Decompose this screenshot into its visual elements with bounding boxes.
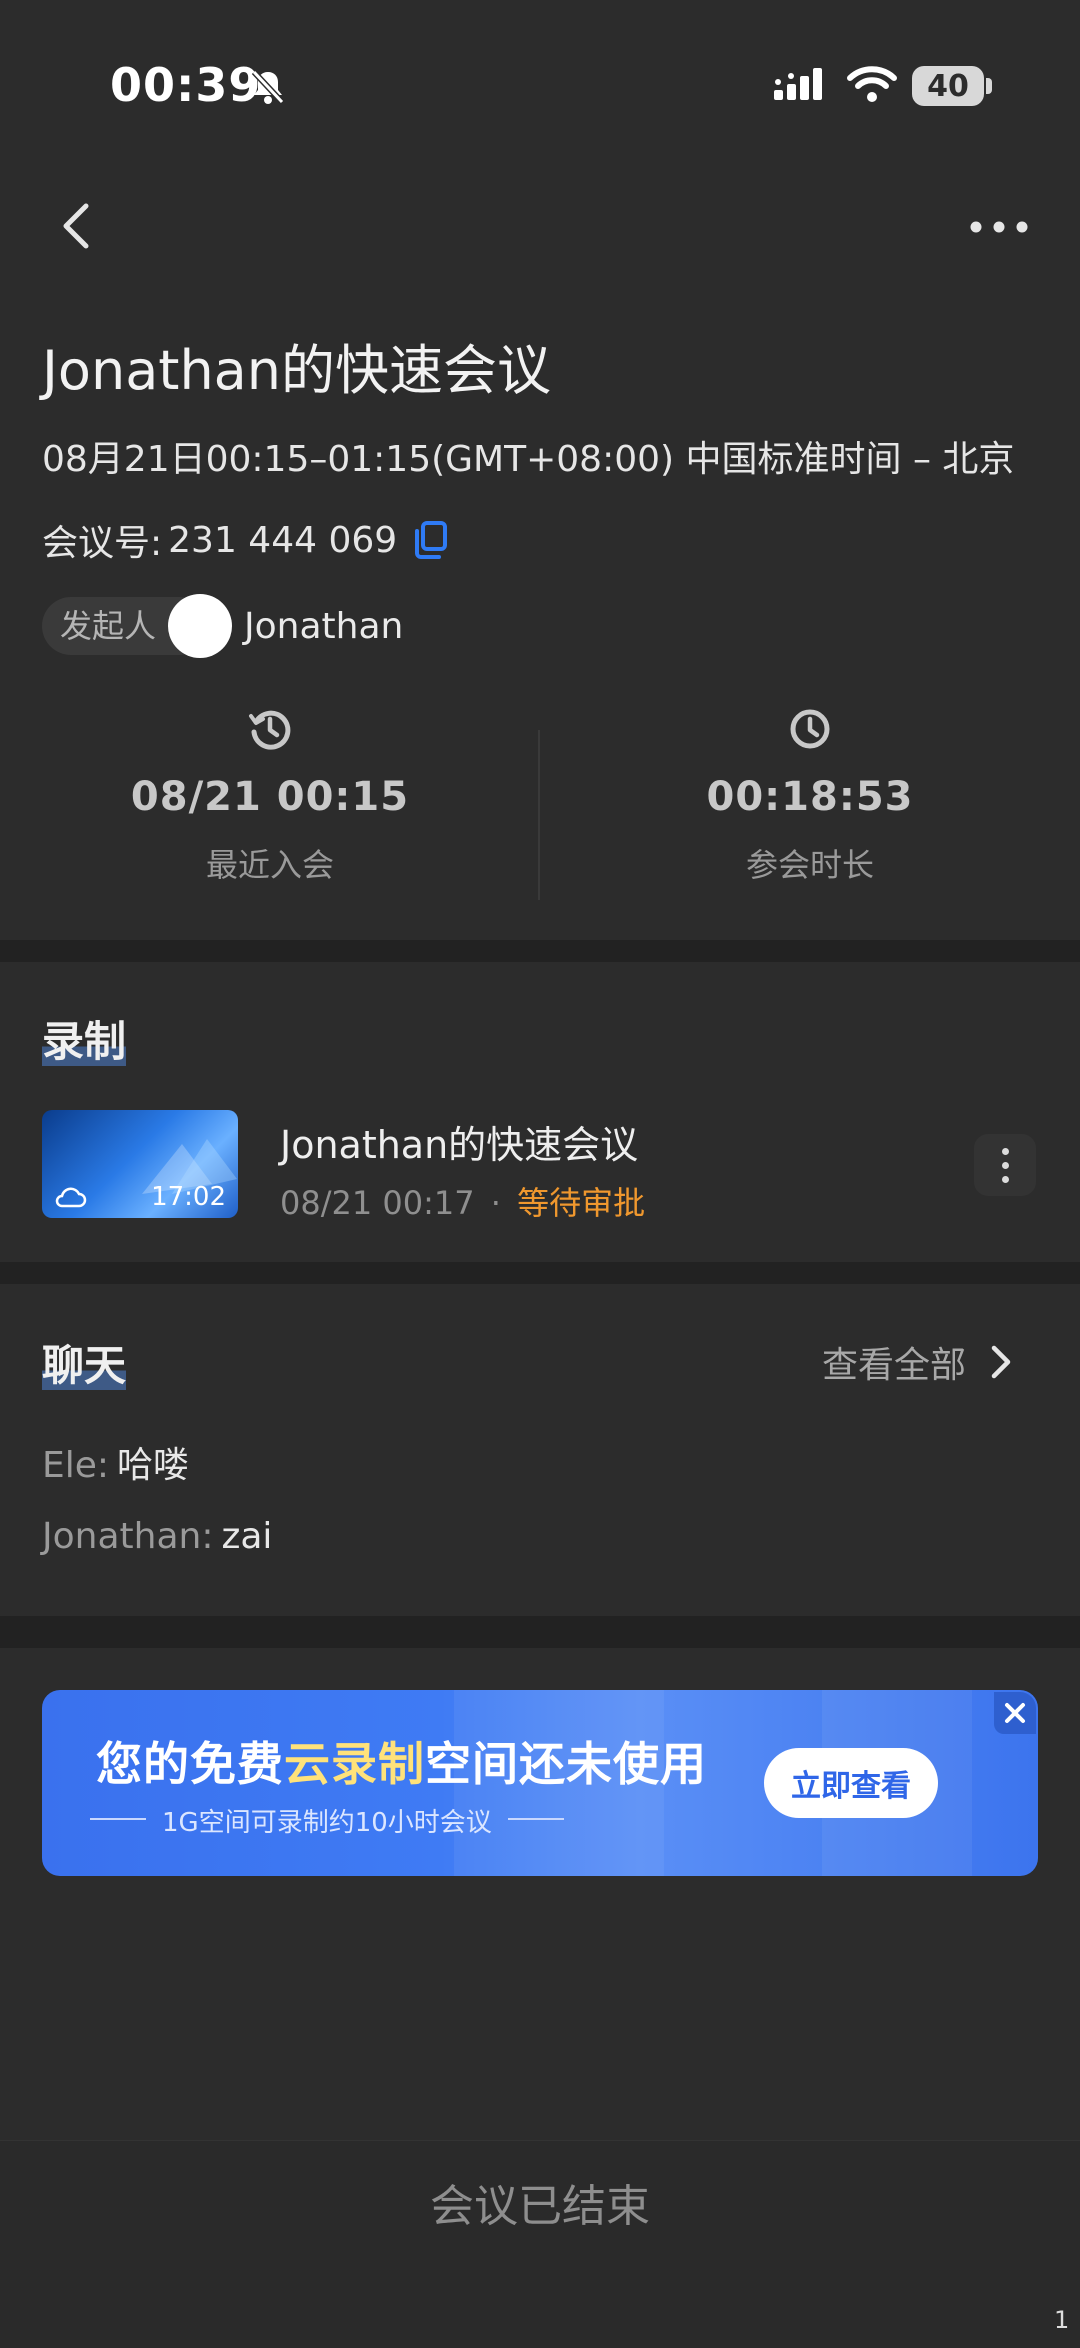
wifi-icon	[847, 66, 897, 102]
meta-separator: ·	[490, 1184, 501, 1222]
chat-title-text: 聊天	[42, 1341, 127, 1390]
more-options-icon[interactable]	[968, 212, 1030, 242]
host-name: Jonathan	[244, 605, 404, 647]
stat-duration-label: 参会时长	[745, 846, 874, 884]
back-arrow-icon[interactable]	[56, 200, 96, 252]
copy-icon[interactable]	[411, 519, 449, 561]
chat-message: Jonathan: zai	[42, 1516, 272, 1557]
bell-muted-icon	[251, 69, 285, 105]
meeting-id-value: 231 444 069	[168, 519, 398, 561]
history-icon	[249, 710, 291, 750]
avatar	[168, 594, 233, 658]
section-separator	[0, 1616, 1080, 1648]
banner-headline: 您的免费云录制空间还未使用	[96, 1728, 707, 1794]
host-row: 发起人 Jonathan	[42, 594, 404, 658]
chevron-right-icon	[991, 1345, 1011, 1379]
thumbnail-duration: 17:02	[151, 1182, 226, 1212]
status-time: 00:39	[110, 58, 262, 112]
cloud-recording-banner[interactable]: 您的免费云录制空间还未使用 1G空间可录制约10小时会议 立即查看	[42, 1690, 1038, 1876]
battery-nub	[986, 78, 992, 94]
chat-sender: Ele:	[42, 1445, 110, 1486]
section-separator	[0, 940, 1080, 962]
recording-more-icon[interactable]	[974, 1134, 1036, 1196]
view-now-button[interactable]: 立即查看	[764, 1748, 938, 1818]
banner-close-button[interactable]	[994, 1692, 1036, 1734]
meeting-id-row: 会议号: 231 444 069	[42, 514, 449, 566]
stat-last-join-value: 08/21 00:15	[130, 774, 410, 820]
meeting-id-label: 会议号:	[42, 523, 163, 564]
banner-headline-b: 空间还未使用	[425, 1737, 707, 1791]
recording-title-text: 录制	[42, 1017, 127, 1066]
stat-last-join: 08/21 00:15 最近入会	[0, 706, 540, 886]
corner-mark: 1	[1054, 2306, 1070, 2334]
clock-icon	[790, 709, 830, 749]
chat-text: 哈喽	[117, 1445, 190, 1486]
meeting-title: Jonathan的快速会议	[42, 339, 551, 402]
chat-text: zai	[221, 1516, 273, 1557]
chat-sender: Jonathan:	[42, 1516, 214, 1557]
see-all-label: 查看全部	[822, 1345, 967, 1386]
recording-status: 等待审批	[517, 1184, 646, 1222]
chat-message: Ele: 哈喽	[42, 1436, 189, 1488]
battery-indicator: 40	[912, 66, 984, 106]
banner-subtext: 1G空间可录制约10小时会议	[90, 1802, 564, 1839]
section-separator	[0, 1262, 1080, 1284]
stat-duration: 00:18:53 参会时长	[540, 706, 1080, 886]
banner-headline-a: 您的免费	[96, 1737, 284, 1791]
meeting-time-range: 08月21日00:15–01:15(GMT+08:00) 中国标准时间 – 北京	[42, 439, 1015, 480]
recording-thumbnail[interactable]: 17:02	[42, 1110, 238, 1218]
banner-headline-highlight: 云录制	[284, 1737, 425, 1791]
stat-duration-value: 00:18:53	[706, 774, 914, 820]
close-icon	[1005, 1703, 1025, 1723]
meeting-ended-label: 会议已结束	[430, 2181, 650, 2232]
chat-section-title: 聊天	[42, 1332, 127, 1393]
recording-item-title[interactable]: Jonathan的快速会议	[280, 1114, 638, 1169]
recording-date: 08/21 00:17	[280, 1184, 475, 1222]
see-all-link[interactable]: 查看全部	[822, 1336, 1014, 1388]
cloud-icon	[55, 1187, 87, 1208]
recording-item-meta: 08/21 00:17 · 等待审批	[280, 1178, 645, 1224]
cellular-signal-icon	[774, 68, 822, 100]
stat-last-join-label: 最近入会	[205, 846, 334, 884]
recording-section-title: 录制	[42, 1008, 127, 1069]
